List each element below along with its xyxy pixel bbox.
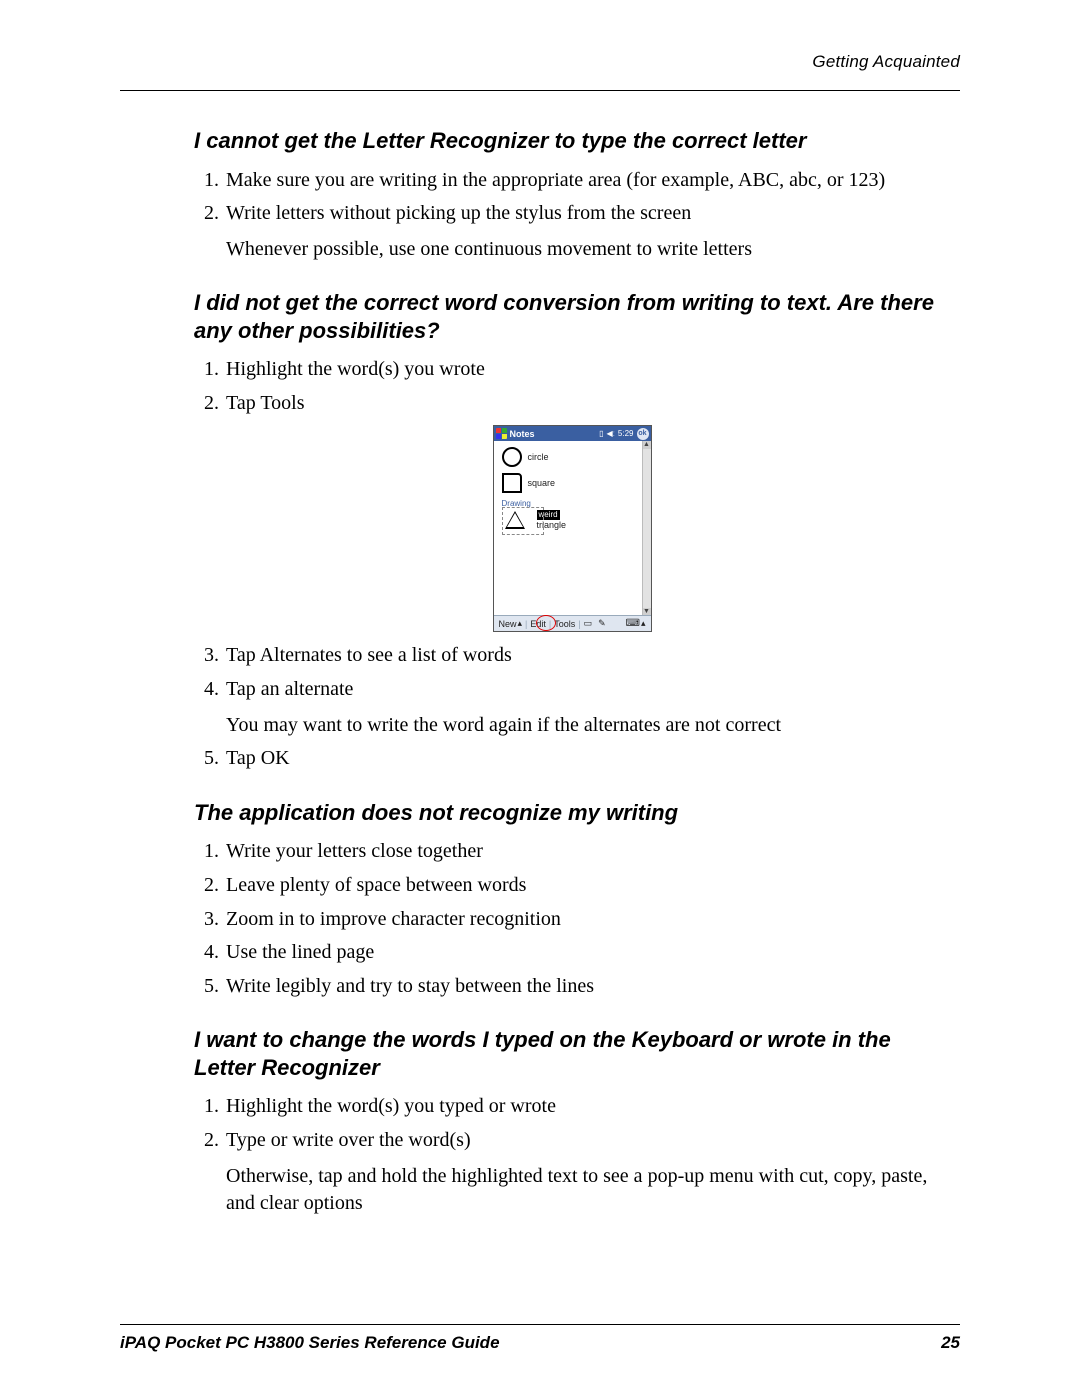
list-item: Write legibly and try to stay between th… xyxy=(224,973,950,1001)
section-heading: I want to change the words I typed on th… xyxy=(194,1026,950,1081)
list-item: Type or write over the word(s) Otherwise… xyxy=(224,1127,950,1218)
clock-text: 5:29 xyxy=(618,429,634,438)
ordered-list: Make sure you are writing in the appropr… xyxy=(194,167,950,264)
notes-canvas: ▲ ▼ circle square Drawing xyxy=(494,441,651,616)
ordered-list: Write your letters close together Leave … xyxy=(194,838,950,1000)
ok-button[interactable]: ok xyxy=(637,428,649,440)
list-item: Use the lined page xyxy=(224,939,950,967)
record-icon[interactable]: ▭ xyxy=(581,618,596,629)
circle-shape-icon xyxy=(502,447,522,467)
section-heading: I cannot get the Letter Recognizer to ty… xyxy=(194,127,950,155)
speaker-icon: ◀ː xyxy=(607,429,615,438)
list-item: Tap an alternate You may want to write t… xyxy=(224,676,950,739)
list-item-sub: Otherwise, tap and hold the highlighted … xyxy=(226,1163,950,1218)
titlebar: Notes ▯ ◀ː 5:29 ok xyxy=(494,426,651,441)
list-item-text: Type or write over the word(s) xyxy=(226,1129,471,1151)
footer-title: iPAQ Pocket PC H3800 Series Reference Gu… xyxy=(120,1333,500,1353)
list-item-sub: You may want to write the word again if … xyxy=(226,712,950,740)
list-item: Zoom in to improve character recognition xyxy=(224,906,950,934)
windows-logo-icon xyxy=(496,428,507,439)
scroll-up-icon[interactable]: ▲ xyxy=(643,441,651,449)
list-item: Write letters without picking up the sty… xyxy=(224,200,950,263)
signal-icon: ▯ xyxy=(599,429,603,438)
list-item: Make sure you are writing in the appropr… xyxy=(224,167,950,195)
document-page: Getting Acquainted I cannot get the Lett… xyxy=(0,0,1080,1397)
ordered-list: Highlight the word(s) you typed or wrote… xyxy=(194,1093,950,1217)
chevron-up-icon: ▴ xyxy=(518,618,523,629)
pocketpc-screenshot: Notes ▯ ◀ː 5:29 ok ▲ ▼ xyxy=(493,425,652,632)
list-item-sub: Whenever possible, use one continuous mo… xyxy=(226,236,950,264)
list-item-text: Write letters without picking up the sty… xyxy=(226,202,691,224)
list-item: Highlight the word(s) you wrote xyxy=(224,356,950,384)
body-content: I cannot get the Letter Recognizer to ty… xyxy=(120,91,960,1218)
menu-tools[interactable]: Tools xyxy=(551,619,578,629)
label-circle: circle xyxy=(528,452,549,462)
pen-icon[interactable]: ✎ xyxy=(595,618,609,629)
list-item: Write your letters close together xyxy=(224,838,950,866)
list-item: Tap Alternates to see a list of words xyxy=(224,642,950,670)
menu-new[interactable]: New ▴ xyxy=(496,618,526,629)
menu-edit[interactable]: Edit xyxy=(527,619,549,629)
app-title: Notes xyxy=(510,429,535,439)
list-item: Highlight the word(s) you typed or wrote xyxy=(224,1093,950,1121)
list-item: Leave plenty of space between words xyxy=(224,872,950,900)
list-item: Tap OK xyxy=(224,745,950,773)
ordered-list: Highlight the word(s) you wrote Tap Tool… xyxy=(194,356,950,417)
page-footer: iPAQ Pocket PC H3800 Series Reference Gu… xyxy=(120,1333,960,1353)
list-item-text: Tap an alternate xyxy=(226,678,353,700)
triangle-shape-icon xyxy=(505,511,525,529)
running-head: Getting Acquainted xyxy=(120,52,960,72)
chevron-up-icon: ▴ xyxy=(641,618,646,629)
footer-rule xyxy=(120,1324,960,1325)
section-heading: The application does not recognize my wr… xyxy=(194,799,950,827)
page-number: 25 xyxy=(941,1333,960,1353)
keyboard-icon[interactable]: ⌨ xyxy=(626,618,640,629)
square-shape-icon xyxy=(502,473,522,493)
label-square: square xyxy=(528,478,556,488)
menubar: New ▴ | Edit | Tools | ▭ ✎ ⌨ ▴ xyxy=(494,615,651,631)
ordered-list: Tap Alternates to see a list of words Ta… xyxy=(194,642,950,772)
list-item: Tap Tools xyxy=(224,390,950,418)
section-heading: I did not get the correct word conversio… xyxy=(194,289,950,344)
menu-label: New xyxy=(499,619,517,629)
figure: Notes ▯ ◀ː 5:29 ok ▲ ▼ xyxy=(194,425,950,632)
